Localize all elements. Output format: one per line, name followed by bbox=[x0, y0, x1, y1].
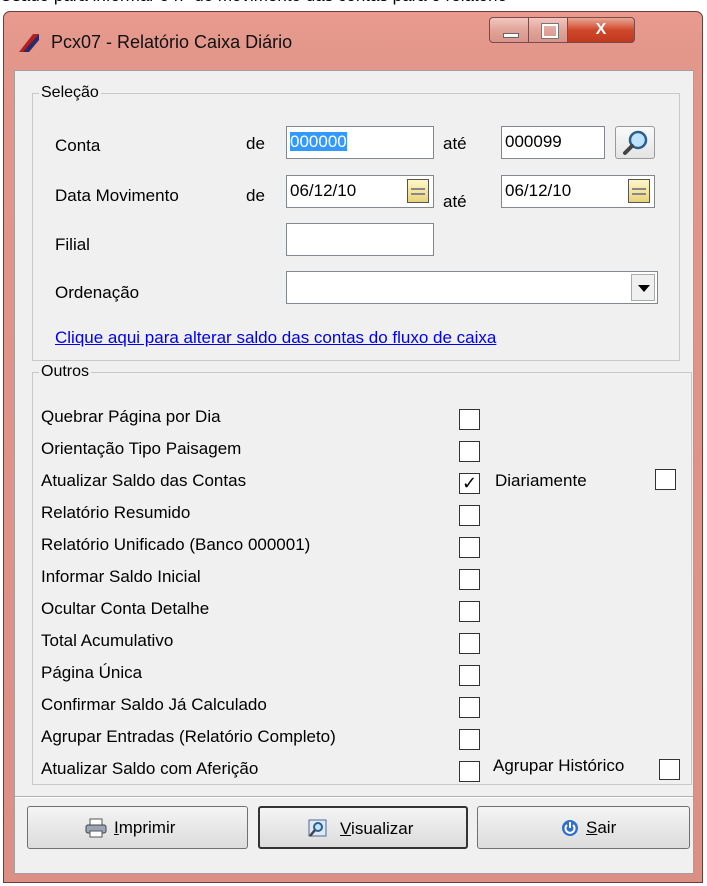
conta-to-input[interactable]: 000099 bbox=[501, 126, 605, 159]
option-checkbox[interactable] bbox=[459, 441, 480, 462]
sair-button[interactable]: Sair bbox=[477, 806, 690, 849]
ordenacao-label: Ordenação bbox=[55, 283, 140, 302]
option-checkbox[interactable] bbox=[459, 409, 480, 430]
alterar-saldo-link[interactable]: Clique aqui para alterar saldo das conta… bbox=[55, 328, 496, 348]
printer-icon bbox=[85, 818, 107, 838]
option-label: Confirmar Saldo Já Calculado bbox=[41, 695, 267, 714]
conta-ate-label: até bbox=[443, 134, 467, 153]
filial-input[interactable] bbox=[286, 223, 434, 256]
option-label: Atualizar Saldo com Aferição bbox=[41, 759, 259, 778]
option-checkbox[interactable] bbox=[459, 537, 480, 558]
option-checkbox[interactable] bbox=[459, 633, 480, 654]
filial-label: Filial bbox=[55, 235, 90, 254]
search-conta-button[interactable] bbox=[615, 126, 655, 159]
separator bbox=[15, 796, 693, 798]
window-title: Pcx07 - Relatório Caixa Diário bbox=[51, 32, 293, 52]
option-checkbox[interactable] bbox=[459, 665, 480, 686]
chevron-down-icon[interactable] bbox=[631, 274, 655, 301]
preview-magnifier-icon bbox=[308, 819, 327, 837]
option-label: Página Única bbox=[41, 663, 143, 682]
option-checkbox[interactable] bbox=[459, 729, 480, 750]
agrupar-historico-label: Agrupar Histórico bbox=[493, 756, 625, 775]
conta-de-label: de bbox=[246, 134, 265, 153]
option-label: Ocultar Conta Detalhe bbox=[41, 599, 210, 618]
option-label: Agrupar Entradas (Relatório Completo) bbox=[41, 727, 336, 746]
conta-from-input[interactable]: 000000 bbox=[286, 126, 434, 159]
option-checkbox[interactable] bbox=[459, 761, 480, 782]
conta-label: Conta bbox=[55, 136, 101, 155]
option-checkbox[interactable] bbox=[459, 569, 480, 590]
dialog-window: Pcx07 - Relatório Caixa Diário X Seleção… bbox=[3, 11, 703, 883]
title-bar[interactable]: Pcx07 - Relatório Caixa Diário X bbox=[4, 12, 702, 70]
diariamente-label: Diariamente bbox=[495, 471, 587, 490]
background-window-text: Usado para informar o nº do movimento da… bbox=[0, 0, 707, 8]
imprimir-button[interactable]: Imprimir bbox=[27, 806, 248, 849]
option-label: Total Acumulativo bbox=[41, 631, 174, 650]
calendar-icon[interactable] bbox=[628, 179, 650, 203]
option-checkbox[interactable] bbox=[459, 697, 480, 718]
option-checkbox[interactable] bbox=[459, 505, 480, 526]
option-label: Informar Saldo Inicial bbox=[41, 567, 201, 586]
option-label: Quebrar Página por Dia bbox=[41, 407, 221, 426]
visualizar-label: Visualizar bbox=[340, 819, 414, 838]
data-from-value: 06/12/10 bbox=[290, 181, 357, 200]
outros-group-label: Outros bbox=[39, 362, 92, 382]
selecao-group-label: Seleção bbox=[39, 83, 101, 103]
option-label: Relatório Resumido bbox=[41, 503, 191, 522]
close-button[interactable]: X bbox=[567, 17, 635, 43]
close-icon: X bbox=[595, 21, 607, 38]
minimize-icon bbox=[503, 33, 519, 38]
dialog-client-area: Seleção Conta de 000000 até 000099 Data … bbox=[14, 70, 694, 874]
option-label: Relatório Unificado (Banco 000001) bbox=[41, 535, 311, 554]
calendar-icon[interactable] bbox=[407, 179, 429, 203]
data-to-input[interactable]: 06/12/10 bbox=[501, 175, 655, 208]
sair-label: Sair bbox=[586, 818, 617, 837]
minimize-button[interactable] bbox=[489, 17, 529, 43]
visualizar-button[interactable]: Visualizar bbox=[258, 806, 468, 849]
ordenacao-select[interactable] bbox=[286, 271, 658, 304]
power-icon bbox=[562, 820, 578, 836]
app-logo-icon bbox=[19, 34, 39, 52]
data-movimento-label: Data Movimento bbox=[55, 186, 179, 205]
imprimir-label: Imprimir bbox=[114, 818, 176, 837]
data-from-input[interactable]: 06/12/10 bbox=[286, 175, 434, 208]
data-to-value: 06/12/10 bbox=[505, 181, 572, 200]
diariamente-checkbox[interactable] bbox=[655, 469, 676, 490]
data-de-label: de bbox=[246, 186, 265, 205]
option-label: Atualizar Saldo das Contas bbox=[41, 471, 247, 490]
option-checkbox[interactable] bbox=[459, 601, 480, 622]
maximize-button[interactable] bbox=[528, 17, 568, 43]
option-checkbox[interactable] bbox=[459, 473, 480, 494]
maximize-icon bbox=[541, 23, 559, 39]
option-label: Orientação Tipo Paisagem bbox=[41, 439, 242, 458]
agrupar-historico-checkbox[interactable] bbox=[659, 759, 680, 780]
data-ate-label: até bbox=[443, 192, 467, 211]
magnifier-icon bbox=[623, 130, 648, 155]
